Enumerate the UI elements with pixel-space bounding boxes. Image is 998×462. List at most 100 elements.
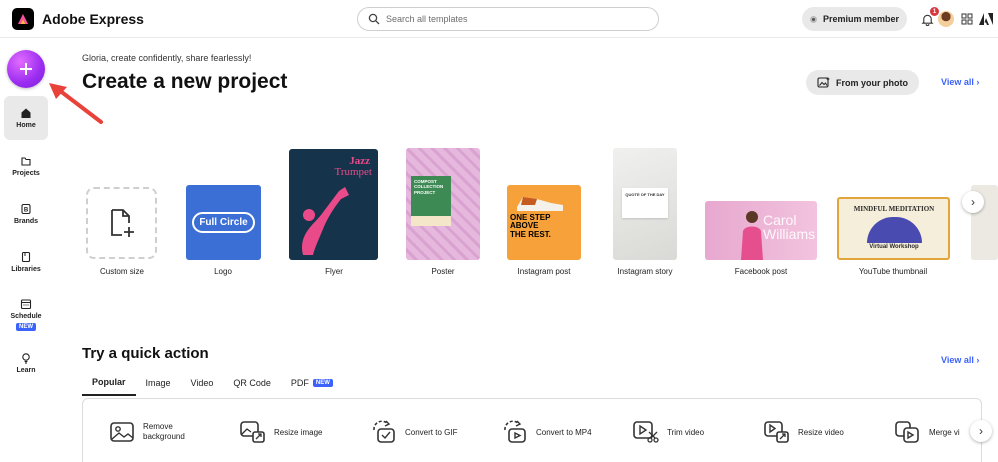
- sidebar-item-home[interactable]: Home: [4, 96, 48, 140]
- premium-member-button[interactable]: Premium member: [802, 7, 907, 31]
- projects-icon: [21, 157, 31, 166]
- sidebar-item-libraries[interactable]: Libraries: [4, 240, 48, 284]
- app-name: Adobe Express: [42, 11, 144, 27]
- greeting-text: Gloria, create confidently, share fearle…: [82, 53, 252, 63]
- premium-badge-icon: [809, 15, 817, 23]
- templates-next-button[interactable]: ›: [962, 191, 984, 213]
- from-your-photo-button[interactable]: From your photo: [806, 70, 919, 95]
- apps-button[interactable]: [958, 10, 976, 28]
- youtube-thumb-title: MINDFUL MEDITATION: [853, 205, 935, 213]
- sidebar-item-schedule[interactable]: Schedule NEW: [4, 288, 48, 340]
- tab-qr-code[interactable]: QR Code: [223, 375, 281, 396]
- sidebar-item-projects[interactable]: Projects: [4, 144, 48, 188]
- quick-action-resize-video[interactable]: Resize video: [764, 419, 844, 445]
- home-icon: [21, 108, 31, 118]
- poster-thumb-text: COMPOST COLLECTION PROJECT: [411, 176, 451, 216]
- top-bar: Adobe Express Premium member 1: [0, 0, 998, 38]
- quick-actions-next-button[interactable]: ›: [970, 420, 992, 442]
- template-poster[interactable]: COMPOST COLLECTION PROJECT: [406, 148, 480, 260]
- poster-text-block: [411, 216, 451, 226]
- view-all-templates-link[interactable]: View all ›: [941, 77, 979, 87]
- apps-grid-icon: [961, 13, 973, 25]
- quick-action-label: Trim video: [667, 427, 705, 437]
- resize-video-icon: [764, 419, 790, 445]
- sidebar-item-label: Libraries: [11, 266, 41, 273]
- adobe-express-logo-icon: [12, 8, 34, 30]
- youtube-thumb-subtitle: Virtual Workshop: [859, 244, 929, 250]
- view-all-label: View all: [941, 77, 974, 87]
- quick-action-convert-to-gif[interactable]: Convert to GIF: [371, 419, 457, 445]
- merge-video-icon: [895, 419, 921, 445]
- new-file-plus-icon: [110, 209, 134, 237]
- quick-action-convert-to-mp4[interactable]: Convert to MP4: [502, 419, 592, 445]
- template-label: YouTube thumbnail: [858, 267, 928, 276]
- template-flyer[interactable]: Jazz Trumpet: [289, 149, 378, 260]
- notifications-button[interactable]: 1: [918, 7, 939, 28]
- new-badge: NEW: [312, 379, 333, 387]
- tab-label: Popular: [92, 377, 126, 387]
- template-label: Flyer: [325, 267, 343, 276]
- template-youtube-thumbnail[interactable]: MINDFUL MEDITATION Virtual Workshop: [837, 197, 950, 260]
- tab-popular[interactable]: Popular: [82, 375, 136, 396]
- search-input[interactable]: [386, 14, 636, 24]
- story-thumb-text: QUOTE OF THE DAY: [625, 192, 665, 197]
- brand[interactable]: Adobe Express: [12, 8, 144, 30]
- quick-action-remove-background[interactable]: Remove background: [109, 419, 193, 445]
- calendar-icon: [20, 298, 32, 309]
- tab-image[interactable]: Image: [136, 375, 181, 396]
- quick-action-merge-video[interactable]: Merge vi: [895, 419, 960, 445]
- quick-action-title: Try a quick action: [82, 345, 209, 362]
- facebook-thumb-text: Carol Williams: [763, 212, 816, 242]
- flyer-thumb-subtitle: Trumpet: [334, 166, 373, 178]
- resize-image-icon: [240, 419, 266, 445]
- libraries-icon: [21, 251, 31, 263]
- tab-label: PDF: [290, 378, 309, 388]
- sidebar-item-brands[interactable]: B Brands: [4, 192, 48, 236]
- profile-button[interactable]: [937, 10, 955, 28]
- template-instagram-post[interactable]: ONE STEP ABOVE THE REST.: [507, 185, 581, 260]
- youtube-arch-illustration: [867, 217, 922, 243]
- quick-actions-panel: Remove background Resize image Convert t…: [82, 398, 992, 462]
- quick-action-label: Resize video: [798, 427, 844, 437]
- quick-action-label: Convert to MP4: [536, 427, 592, 437]
- avatar: [938, 11, 954, 27]
- chevron-right-icon: ›: [976, 77, 980, 87]
- sidebar-item-label: Learn: [16, 367, 36, 374]
- tab-label: Video: [190, 378, 214, 388]
- quick-action-label: Remove background: [143, 421, 185, 441]
- logo-thumb-text: Full Circle: [192, 212, 255, 233]
- sidebar-item-label: Projects: [12, 170, 40, 177]
- trumpet-illustration: [302, 187, 349, 255]
- search-bar[interactable]: [357, 7, 659, 31]
- template-instagram-story[interactable]: QUOTE OF THE DAY: [613, 148, 677, 260]
- template-facebook-post[interactable]: Carol Williams: [705, 201, 817, 260]
- quick-action-resize-image[interactable]: Resize image: [240, 419, 322, 445]
- tab-pdf[interactable]: PDF NEW: [281, 375, 343, 396]
- quick-action-tabs: Popular Image Video QR Code PDF NEW: [82, 375, 343, 396]
- photo-sparkle-icon: [817, 77, 830, 88]
- search-icon: [368, 13, 380, 25]
- template-custom-size[interactable]: [86, 187, 157, 259]
- template-label: Instagram story: [617, 267, 673, 276]
- trim-video-icon: [633, 419, 659, 445]
- tab-video[interactable]: Video: [181, 375, 224, 396]
- plus-icon: [20, 63, 32, 75]
- from-photo-label: From your photo: [836, 77, 908, 88]
- premium-label: Premium member: [822, 14, 900, 24]
- page-title: Create a new project: [82, 70, 288, 93]
- adobe-logo-button[interactable]: [977, 10, 995, 28]
- view-all-quick-actions-link[interactable]: View all ›: [941, 355, 979, 365]
- convert-to-gif-icon: [371, 419, 397, 445]
- tab-label: Image: [145, 378, 171, 388]
- quick-action-label: Convert to GIF: [405, 427, 458, 437]
- chevron-right-icon: ›: [979, 424, 983, 438]
- create-new-button[interactable]: [7, 50, 45, 88]
- svg-text:B: B: [24, 208, 29, 214]
- sidebar-item-label: Brands: [13, 218, 39, 225]
- sidebar-item-learn[interactable]: Learn: [4, 341, 48, 385]
- chevron-right-icon: ›: [971, 195, 975, 209]
- sidebar: Home Projects B Brands Libraries Schedul…: [0, 38, 54, 462]
- quick-action-trim-video[interactable]: Trim video: [633, 419, 704, 445]
- template-logo[interactable]: Full Circle: [186, 185, 261, 260]
- sidebar-item-label: Schedule: [10, 312, 42, 320]
